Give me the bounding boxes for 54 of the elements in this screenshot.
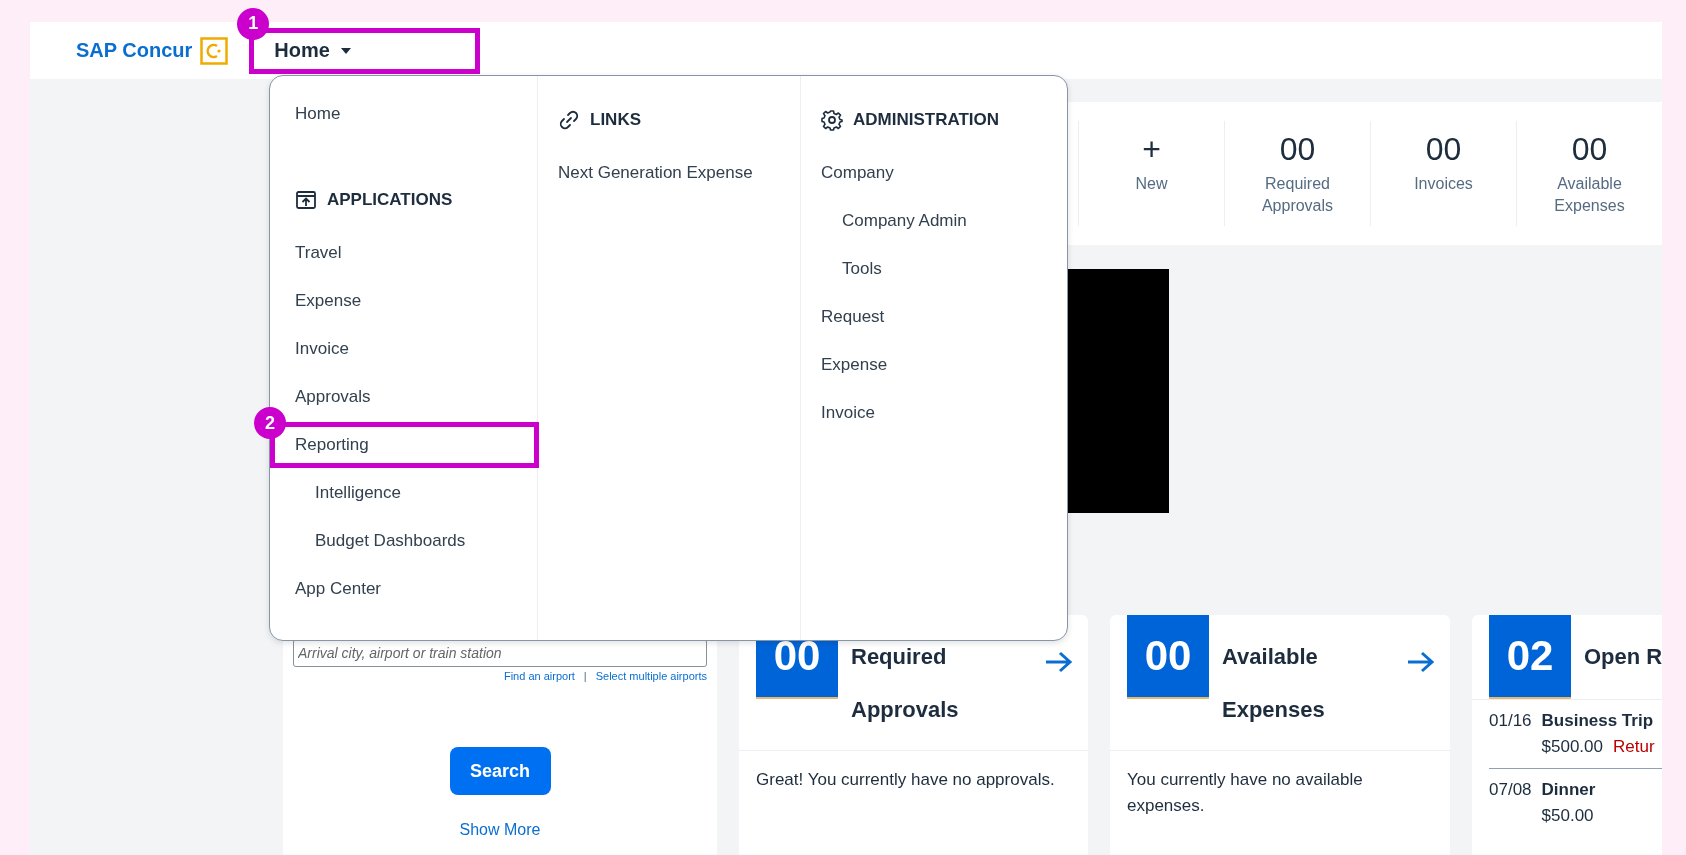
arrow-right-icon[interactable] (1406, 650, 1436, 674)
count-tile: 02 (1489, 615, 1571, 699)
find-airport-link[interactable]: Find an airport (503, 670, 575, 682)
stat-tile[interactable]: 00 Available Expenses (1516, 121, 1662, 226)
logo: SAP Concur (76, 39, 193, 62)
multiple-airports-link[interactable]: Select multiple airports (595, 670, 707, 682)
upload-box-icon (295, 189, 317, 211)
card-title: Available Expenses (1222, 643, 1326, 724)
menu-item[interactable]: Company (821, 149, 894, 197)
menu-item[interactable]: Travel (295, 229, 342, 277)
stat-tile[interactable]: + New (1078, 121, 1224, 226)
menu-item[interactable]: Company Admin (842, 197, 967, 245)
menu-heading: LINKS (590, 110, 641, 130)
card-message: Great! You currently have no approvals. (756, 769, 1056, 791)
count-tile: 00 (1127, 615, 1209, 699)
report-date: 07/08 (1489, 779, 1532, 801)
step-badge: 2 (254, 407, 286, 439)
menu-item[interactable]: Intelligence (315, 469, 401, 517)
menu-item[interactable]: Invoice (821, 389, 875, 437)
menu-heading: APPLICATIONS (327, 190, 453, 210)
menu-item[interactable]: App Center (295, 565, 381, 613)
report-name[interactable]: Dinner (1541, 780, 1596, 799)
report-amount: $500.00 (1541, 736, 1603, 758)
menu-item[interactable]: Tools (842, 245, 882, 293)
card-message: You currently have no available expenses. (1127, 769, 1364, 817)
search-button[interactable]: Search (449, 747, 551, 795)
stat-tile[interactable]: 00 Required Approvals (1224, 121, 1370, 226)
menu-item[interactable]: Budget Dashboards (315, 517, 466, 565)
stat-tile[interactable]: 00 Invoices (1370, 121, 1516, 226)
report-name[interactable]: Business Trip (1541, 711, 1654, 730)
menu-item[interactable]: Reporting (295, 421, 369, 469)
arrow-right-icon[interactable] (1044, 650, 1074, 674)
menu-heading: ADMINISTRATION (853, 110, 1000, 130)
logo-icon (200, 36, 229, 65)
card-title: Open R (1584, 643, 1662, 671)
settings-icon (821, 109, 843, 131)
caret-icon (339, 46, 352, 55)
menu-item[interactable]: Approvals (295, 373, 371, 421)
home-menu-button[interactable]: Home (274, 39, 352, 62)
destination-field[interactable]: Arrival city, airport or train station (293, 639, 707, 667)
link-separator: | (583, 670, 587, 682)
report-date: 01/16 (1489, 710, 1532, 732)
menu-item[interactable]: Home (295, 90, 341, 138)
menu-item[interactable]: Next Generation Expense (558, 149, 753, 197)
report-amount: $50.00 (1541, 805, 1594, 827)
step-badge: 1 (237, 7, 270, 40)
menu-item[interactable]: Expense (821, 341, 888, 389)
card-title: Required Approvals (851, 643, 960, 724)
menu-item[interactable]: Invoice (295, 325, 349, 373)
menu-item[interactable]: Request (821, 293, 885, 341)
report-status: Retur (1613, 736, 1655, 758)
show-more-link[interactable]: Show More (459, 821, 541, 839)
link-icon (558, 109, 580, 131)
menu-item[interactable]: Expense (295, 277, 362, 325)
